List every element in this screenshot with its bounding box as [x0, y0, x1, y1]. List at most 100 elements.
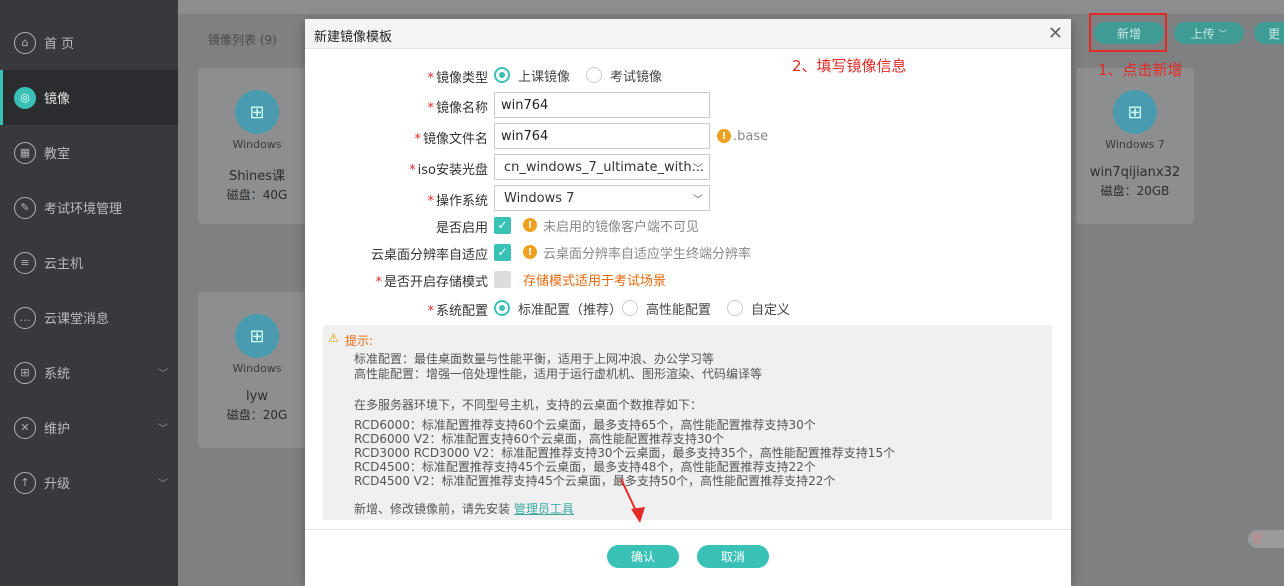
- sidebar-item-cloud-host[interactable]: ≡ 云主机: [0, 235, 178, 290]
- radio-class-image-label[interactable]: 上课镜像: [518, 66, 570, 85]
- host-icon: ≡: [14, 251, 36, 274]
- card-name: Shines课: [228, 169, 286, 184]
- card-os: Windows 7: [1105, 138, 1165, 151]
- dialog-footer: 确认 取消: [305, 529, 1071, 586]
- os-select[interactable]: Windows 7 ﹀: [494, 185, 710, 211]
- os-row: * 操作系统 Windows 7 ﹀: [305, 184, 1071, 212]
- sidebar-item-maintain[interactable]: ✕ 维护 ﹀: [0, 400, 178, 455]
- sidebar-item-home[interactable]: ⌂ 首 页: [0, 15, 178, 70]
- tip-line: 在多服务器环境下，不同型号主机，支持的云桌面个数推荐如下：: [354, 398, 703, 412]
- radio-exam-image[interactable]: [586, 67, 603, 83]
- cancel-button[interactable]: 取消: [697, 545, 769, 568]
- card-disk: 磁盘：20GB: [1100, 184, 1170, 198]
- annotation-arrow: [620, 478, 645, 523]
- iso-control: cn_windows_7_ultimate_with... ﹀: [494, 153, 710, 181]
- enabled-label: 是否启用: [435, 221, 488, 236]
- annotation-highlight-box: [1089, 13, 1167, 52]
- iso-label: * iso安装光盘: [409, 159, 488, 178]
- radio-high-perf-config-label[interactable]: 高性能配置: [646, 299, 711, 318]
- radio-custom-config[interactable]: [727, 300, 744, 316]
- file-name-input[interactable]: win764: [494, 123, 710, 149]
- os-label: * 操作系统: [427, 190, 488, 209]
- chevron-down-icon: ﹀: [158, 479, 168, 490]
- radio-high-perf-config[interactable]: [622, 300, 639, 316]
- image-type-row: * 镜像类型 上课镜像 考试镜像: [305, 61, 1071, 89]
- info-icon: !: [523, 218, 537, 232]
- adaptive-row: 云桌面分辨率自适应 ✓ ! 云桌面分辨率自适应学生终端分辨率: [305, 238, 1071, 266]
- adaptive-label: 云桌面分辨率自适应: [370, 248, 488, 263]
- config-row: * 系统配置 标准配置（推荐） 高性能配置 自定义: [305, 294, 1071, 322]
- sidebar-item-classroom[interactable]: ▦ 教室: [0, 125, 178, 180]
- sidebar-item-label: 维护: [44, 422, 71, 437]
- image-type-control: 上课镜像 考试镜像: [494, 61, 678, 89]
- config-label: * 系统配置: [427, 300, 488, 319]
- adaptive-checkbox[interactable]: ✓: [494, 243, 511, 261]
- card-os: Windows: [232, 138, 282, 151]
- enabled-checkbox[interactable]: ✓: [494, 216, 511, 234]
- dialog-title: 新建镜像模板: [314, 30, 393, 45]
- tips-title: 提示:: [345, 334, 374, 348]
- sidebar-item-upgrade[interactable]: ↑ 升级 ﹀: [0, 455, 178, 510]
- image-type-label-text: 镜像类型: [435, 71, 488, 86]
- iso-row: * iso安装光盘 cn_windows_7_ultimate_with... ﹀: [305, 153, 1071, 181]
- card-name: win7qijianx32: [1089, 165, 1181, 180]
- sidebar-item-exam-env[interactable]: ✎ 考试环境管理: [0, 180, 178, 235]
- radio-standard-config[interactable]: [494, 300, 510, 316]
- sidebar: ⌂ 首 页 ◎ 镜像 ▦ 教室 ✎ 考试环境管理 ≡ 云主机 … 云课堂消息 ⊞…: [0, 0, 178, 586]
- image-card[interactable]: ⊞ Windows Shines课 磁盘：40G: [198, 68, 316, 224]
- upload-button[interactable]: 上传 ﹀: [1174, 22, 1244, 44]
- config-label-text: 系统配置: [435, 304, 488, 319]
- required-mark: *: [409, 163, 416, 178]
- sidebar-item-messages[interactable]: … 云课堂消息: [0, 290, 178, 345]
- card-disk: 磁盘：20G: [226, 408, 288, 422]
- corner-widget[interactable]: 管: [1248, 530, 1284, 548]
- storage-row: * 是否开启存储模式 存储模式适用于考试场景: [305, 265, 1071, 293]
- confirm-button[interactable]: 确认: [607, 545, 679, 568]
- enabled-hint: 未启用的镜像客户端不可见: [543, 219, 700, 235]
- card-name: lyw: [246, 389, 268, 404]
- image-name-label: * 镜像名称: [427, 97, 488, 116]
- more-button[interactable]: 更: [1254, 22, 1284, 44]
- file-suffix: .base: [733, 128, 769, 144]
- card-os: Windows: [232, 362, 282, 375]
- info-icon: !: [717, 129, 731, 143]
- file-name-control: win764 ! .base: [494, 122, 768, 150]
- close-icon[interactable]: ✕: [1048, 23, 1063, 44]
- sidebar-item-label: 考试环境管理: [44, 202, 123, 217]
- radio-standard-config-label[interactable]: 标准配置（推荐）: [518, 299, 622, 318]
- chevron-down-icon: ﹀: [158, 369, 168, 380]
- storage-hint: 存储模式适用于考试场景: [523, 273, 667, 289]
- iso-select-value: cn_windows_7_ultimate_with...: [504, 159, 705, 175]
- sidebar-item-label: 镜像: [44, 92, 71, 107]
- os-label-text: 操作系统: [435, 194, 488, 209]
- image-name-input[interactable]: win764: [494, 92, 710, 118]
- sidebar-item-system[interactable]: ⊞ 系统 ﹀: [0, 345, 178, 400]
- image-name-label-text: 镜像名称: [435, 101, 488, 116]
- corner-label: 管: [1252, 532, 1263, 545]
- image-card[interactable]: ⊞ Windows 7 win7qijianx32 磁盘：20GB: [1076, 68, 1194, 224]
- sidebar-item-image[interactable]: ◎ 镜像: [0, 70, 178, 125]
- sidebar-item-label: 云课堂消息: [44, 312, 110, 327]
- radio-custom-config-label[interactable]: 自定义: [751, 299, 790, 318]
- config-control: 标准配置（推荐） 高性能配置 自定义: [494, 294, 806, 322]
- image-name-control: win764: [494, 91, 710, 119]
- required-mark: *: [414, 132, 421, 147]
- card-disk: 磁盘：40G: [226, 188, 288, 202]
- enabled-control: ✓ ! 未启用的镜像客户端不可见: [494, 211, 699, 239]
- chevron-down-icon: ﹀: [693, 164, 703, 175]
- storage-checkbox[interactable]: [494, 270, 511, 288]
- tip-line: 高性能配置：增强一倍处理性能，适用于运行虚机机、图形渲染、代码编译等: [354, 367, 763, 381]
- image-card[interactable]: ⊞ Windows lyw 磁盘：20G: [198, 292, 316, 448]
- radio-exam-image-label[interactable]: 考试镜像: [610, 66, 662, 85]
- chevron-down-icon: ﹀: [1218, 29, 1228, 40]
- windows-logo-icon: ⊞: [235, 314, 279, 358]
- os-control: Windows 7 ﹀: [494, 184, 710, 212]
- enabled-row: 是否启用 ✓ ! 未启用的镜像客户端不可见: [305, 211, 1071, 239]
- admin-tool-link[interactable]: 管理员工具: [514, 502, 574, 516]
- radio-class-image[interactable]: [494, 67, 510, 83]
- top-bar: [178, 0, 1284, 14]
- tips-panel: ⚠ 提示: 标准配置：最佳桌面数量与性能平衡，适用于上网冲浪、办公学习等 高性能…: [323, 325, 1052, 520]
- os-select-value: Windows 7: [504, 190, 575, 206]
- iso-select[interactable]: cn_windows_7_ultimate_with... ﹀: [494, 154, 710, 180]
- storage-control: 存储模式适用于考试场景: [494, 265, 666, 293]
